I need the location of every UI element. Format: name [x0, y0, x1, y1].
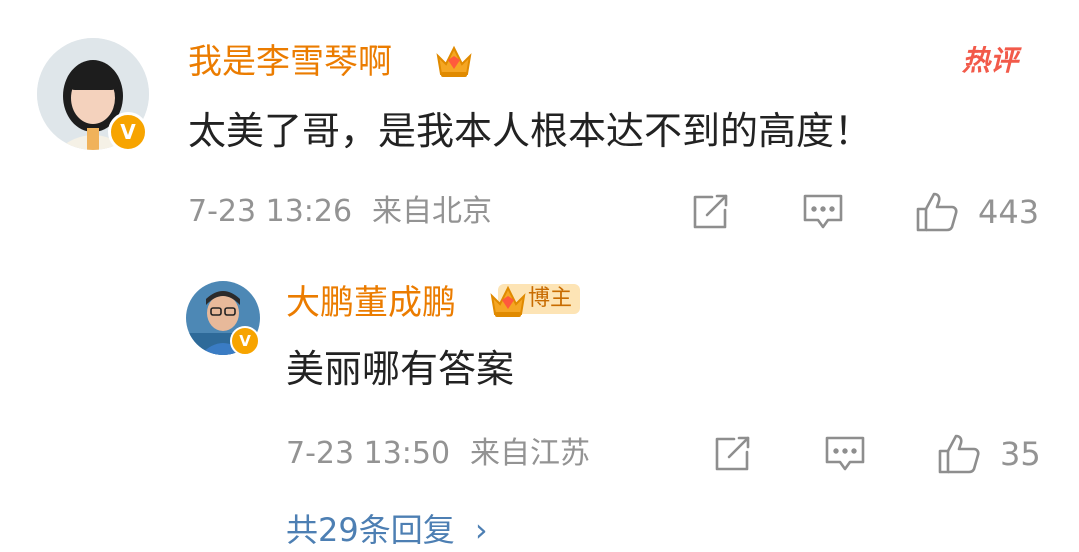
more-replies-link[interactable]: 共29条回复 › [286, 508, 488, 552]
reply-text: 美丽哪有答案 [286, 347, 515, 391]
crown-icon [488, 282, 528, 320]
reply-comment-icon[interactable] [824, 434, 866, 474]
reply-location: 来自江苏 [470, 436, 590, 471]
comment-text: 太美了哥，是我本人根本达不到的高度！ [188, 109, 873, 153]
reply-share-icon[interactable] [712, 434, 752, 474]
comment-icon[interactable] [802, 192, 844, 232]
comment-timestamp: 7-23 13:26 [188, 194, 353, 229]
reply-username[interactable]: 大鹏董成鹏 [286, 281, 456, 325]
like-count: 443 [978, 193, 1040, 231]
reply-verified-badge-icon: V [230, 326, 260, 356]
like-icon[interactable] [914, 190, 960, 234]
blogger-tag: 博主 [488, 284, 581, 317]
comment-username[interactable]: 我是李雪琴啊 [188, 40, 392, 84]
crown-icon [434, 42, 474, 80]
reply-like-icon[interactable] [936, 432, 982, 476]
more-replies-label: 共29条回复 [286, 511, 455, 549]
verified-badge-icon: V [108, 112, 148, 152]
chevron-right-icon: › [474, 511, 488, 549]
reply-like-count: 35 [1000, 435, 1041, 473]
hot-comment-label: 热评 [962, 44, 1019, 77]
comment-location: 来自北京 [372, 194, 492, 229]
reply-timestamp: 7-23 13:50 [286, 436, 451, 471]
share-icon[interactable] [690, 192, 730, 232]
